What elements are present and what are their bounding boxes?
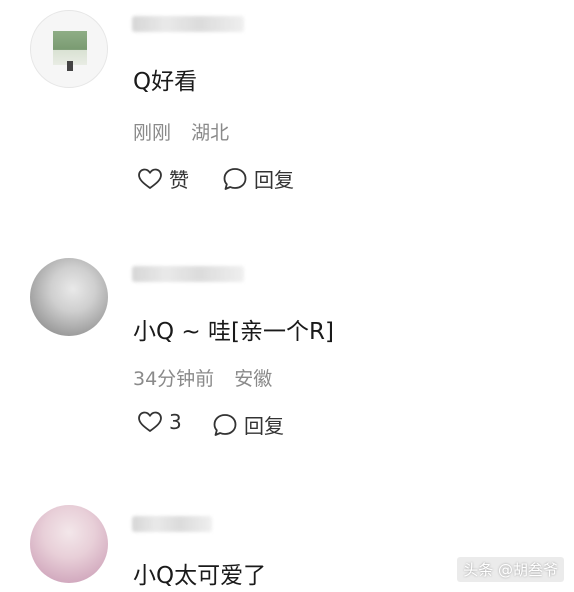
username-blurred[interactable] <box>132 516 212 532</box>
avatar-mark <box>67 61 73 71</box>
avatar-image <box>53 31 87 65</box>
avatar[interactable] <box>30 505 108 583</box>
reply-label: 回复 <box>244 414 284 438</box>
avatar[interactable] <box>30 10 108 88</box>
comment-text: 小Q ~ 哇[亲一个R] <box>133 319 334 345</box>
like-button[interactable]: 3 <box>137 410 182 434</box>
comment-time: 34分钟前 <box>133 368 215 390</box>
username-blurred[interactable] <box>132 266 244 282</box>
heart-outline-icon <box>138 411 162 432</box>
comment-location: 安徽 <box>234 368 273 390</box>
comment-location: 湖北 <box>191 122 230 144</box>
like-label: 赞 <box>169 168 189 192</box>
comment-time: 刚刚 <box>133 122 172 144</box>
like-button[interactable]: 赞 <box>137 164 189 193</box>
username-blurred[interactable] <box>132 16 244 32</box>
comment-meta: 34分钟前 安徽 <box>133 364 272 391</box>
comment-meta: 刚刚 湖北 <box>133 118 229 145</box>
comment-text: 小Q太可爱了 <box>133 563 267 589</box>
speech-bubble-icon <box>223 167 247 190</box>
like-count: 3 <box>169 410 182 434</box>
reply-button[interactable]: 回复 <box>222 164 294 193</box>
avatar[interactable] <box>30 258 108 336</box>
watermark: 头条 @胡叁爷 <box>457 557 564 582</box>
reply-label: 回复 <box>254 168 294 192</box>
comment-text: Q好看 <box>133 69 198 95</box>
heart-outline-icon <box>138 168 162 189</box>
reply-button[interactable]: 回复 <box>212 410 284 439</box>
speech-bubble-icon <box>213 413 237 436</box>
